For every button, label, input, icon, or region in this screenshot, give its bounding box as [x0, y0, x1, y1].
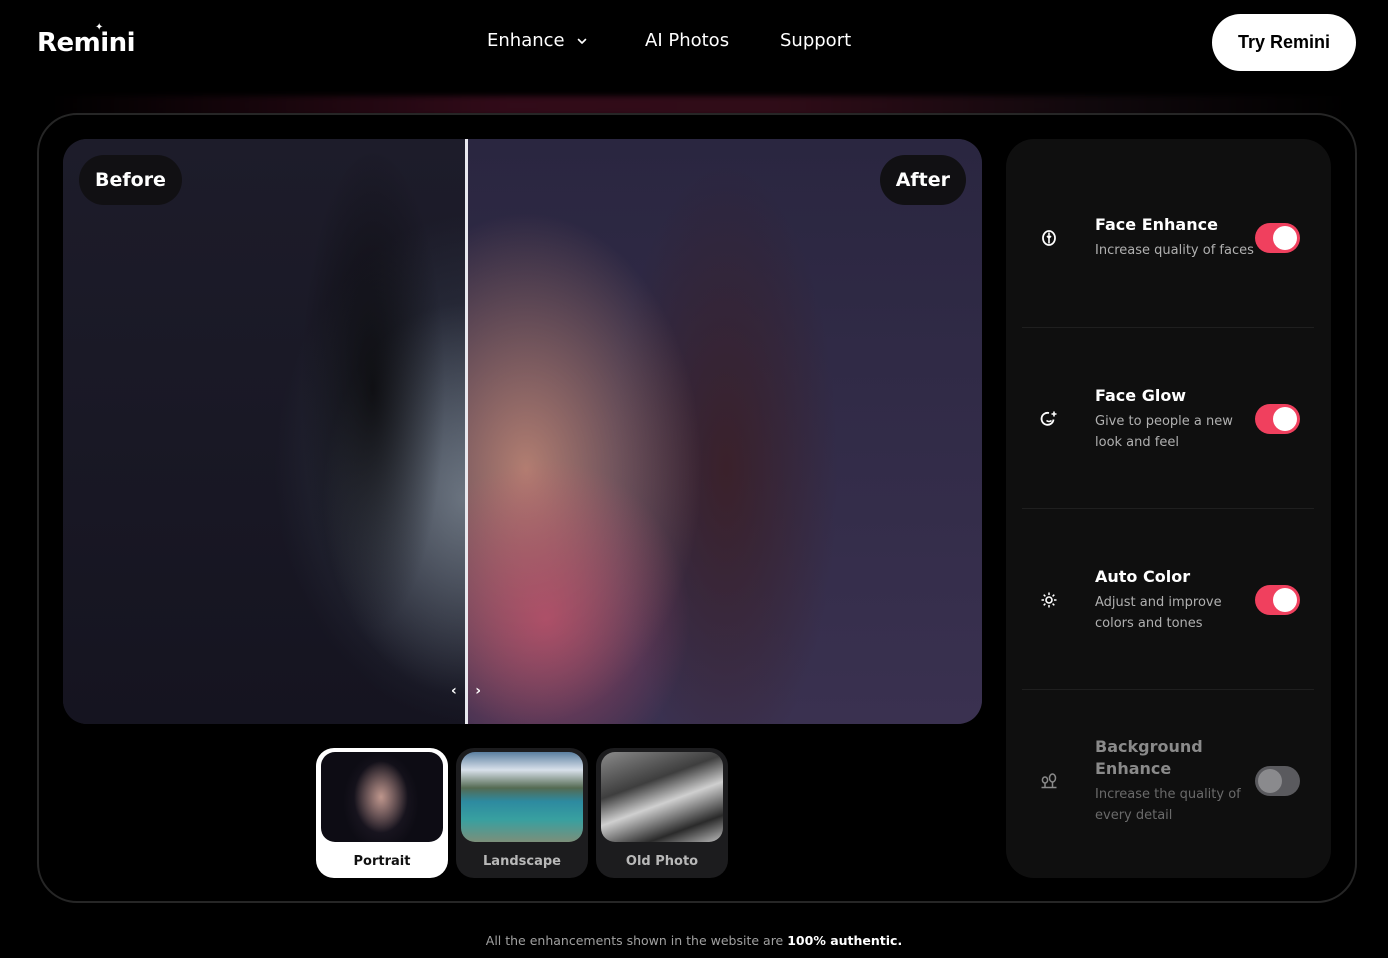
auto-color-toggle[interactable]	[1255, 584, 1300, 615]
option-background-enhance: Background Enhance Increase the quality …	[1022, 690, 1314, 871]
option-auto-color: Auto Color Adjust and improve colors and…	[1022, 509, 1314, 690]
toggle-knob	[1273, 406, 1297, 431]
option-face-glow: Face Glow Give to people a new look and …	[1022, 328, 1314, 509]
thumb-label: Landscape	[483, 854, 561, 869]
main-nav: Enhance AI Photos Support	[487, 30, 851, 51]
thumb-label: Old Photo	[625, 854, 699, 869]
nav-ai-photos-label: AI Photos	[645, 30, 730, 51]
before-image-shade	[293, 139, 483, 724]
face-glow-icon	[1040, 411, 1057, 426]
toggle-knob	[1273, 587, 1297, 612]
toggle-knob	[1258, 768, 1282, 793]
face-glow-toggle[interactable]	[1255, 403, 1300, 434]
before-after-compare[interactable]: ‹ › Before After	[63, 139, 982, 724]
toggle-knob	[1273, 225, 1297, 250]
chevron-down-icon	[577, 38, 586, 44]
option-description: Give to people a new look and feel	[1095, 413, 1233, 450]
nav-support-label: Support	[780, 30, 852, 51]
logo-text: Remini	[37, 28, 136, 58]
footer-text: All the enhancements shown in the websit…	[485, 933, 788, 948]
background-enhance-toggle[interactable]	[1255, 765, 1300, 796]
trees-icon	[1041, 772, 1057, 788]
nav-support[interactable]: Support	[780, 30, 851, 51]
option-description: Increase quality of faces	[1095, 243, 1254, 258]
old-photo-thumbnail-image	[601, 752, 723, 842]
option-title: Face Glow	[1095, 385, 1187, 405]
after-image	[466, 139, 982, 724]
sparkle-icon: ✦	[95, 22, 103, 33]
footer-emphasis: 100% authentic.	[787, 933, 903, 948]
option-title: Auto Color	[1095, 566, 1191, 586]
option-description: Adjust and improve colors and tones	[1095, 594, 1222, 631]
option-description: Increase the quality of every detail	[1095, 786, 1241, 823]
chevron-left-icon: ‹	[451, 683, 457, 699]
chevron-right-icon: ›	[475, 683, 481, 699]
try-remini-button[interactable]: Try Remini	[1212, 14, 1356, 71]
nav-enhance[interactable]: Enhance	[487, 30, 645, 51]
compare-slider-line[interactable]	[465, 139, 468, 724]
thumb-landscape[interactable]: Landscape	[456, 748, 588, 878]
thumb-old-photo[interactable]: Old Photo	[596, 748, 728, 878]
landscape-thumbnail-image	[461, 752, 583, 842]
thumb-portrait[interactable]: Portrait	[316, 748, 448, 878]
face-enhance-icon	[1042, 229, 1056, 246]
sun-icon	[1041, 592, 1057, 607]
option-face-enhance: Face Enhance Increase quality of faces	[1022, 147, 1314, 328]
option-title: Face Enhance	[1095, 215, 1218, 234]
nav-enhance-label: Enhance	[487, 30, 565, 51]
nav-ai-photos[interactable]: AI Photos	[645, 30, 780, 51]
portrait-thumbnail-image	[321, 752, 443, 842]
enhance-options-panel: Face Enhance Increase quality of faces F…	[1006, 139, 1331, 878]
after-label: After	[879, 155, 966, 205]
thumb-label: Portrait	[353, 854, 411, 869]
face-enhance-toggle[interactable]	[1255, 222, 1300, 253]
option-title: Background Enhance	[1095, 736, 1203, 778]
before-label: Before	[79, 155, 182, 205]
authenticity-note: All the enhancements shown in the websit…	[0, 933, 1388, 948]
sample-selector: Portrait Landscape Old Photo	[316, 748, 728, 878]
compare-slider-handle[interactable]: ‹ ›	[451, 683, 481, 699]
remini-logo[interactable]: Remini ✦	[37, 22, 136, 58]
